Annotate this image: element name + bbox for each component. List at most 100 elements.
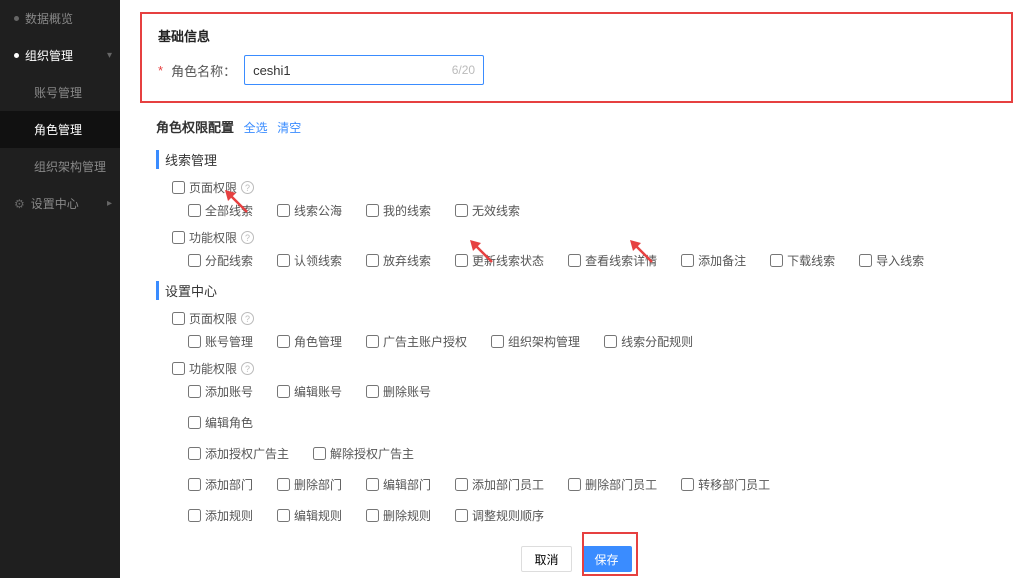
save-button[interactable]: 保存 <box>582 546 632 572</box>
help-icon[interactable]: ? <box>241 181 254 194</box>
perm-item-label: 添加备注 <box>698 252 746 269</box>
perm-item-label: 下载线索 <box>787 252 835 269</box>
perm-item-label: 认领线索 <box>294 252 342 269</box>
main-content: 基础信息 * 角色名称： 6/20 角色权限配置 全选 清空 线索管理 <box>120 0 1033 578</box>
checkbox-lead-pool[interactable] <box>277 204 290 217</box>
group-title: 设置中心 <box>156 281 1013 300</box>
select-all-link[interactable]: 全选 <box>244 121 268 135</box>
checkbox-edit-dept[interactable] <box>366 478 379 491</box>
block-head-row: 功能权限 ? <box>172 229 1013 246</box>
checkbox-view-lead-detail[interactable] <box>568 254 581 267</box>
checkbox-func-perm-2[interactable] <box>172 362 185 375</box>
checkbox-edit-account[interactable] <box>277 385 290 398</box>
perm-items-row: 全部线索 线索公海 我的线索 无效线索 <box>188 202 1013 219</box>
perm-items-row: 账号管理 角色管理 广告主账户授权 组织架构管理 线索分配规则 <box>188 333 1013 350</box>
sidebar-item-org[interactable]: 组织管理 ▾ <box>0 37 120 74</box>
checkbox-role-mgmt-perm[interactable] <box>277 335 290 348</box>
cancel-button[interactable]: 取消 <box>521 546 571 572</box>
perm-header-text: 角色权限配置 <box>156 120 234 135</box>
checkbox-edit-rule[interactable] <box>277 509 290 522</box>
checkbox-add-dept-staff[interactable] <box>455 478 468 491</box>
group-title: 线索管理 <box>156 150 1013 169</box>
clear-link[interactable]: 清空 <box>277 121 301 135</box>
perm-item-label: 线索公海 <box>294 202 342 219</box>
checkbox-assign-lead[interactable] <box>188 254 201 267</box>
role-name-input-wrap[interactable]: 6/20 <box>244 55 484 85</box>
checkbox-delete-dept-staff[interactable] <box>568 478 581 491</box>
checkbox-edit-role[interactable] <box>188 416 201 429</box>
perm-item-label: 添加规则 <box>205 507 253 524</box>
perm-item-label: 调整规则顺序 <box>472 507 544 524</box>
perm-items-row: 添加部门 删除部门 编辑部门 添加部门员工 删除部门员工 转移部门员工 <box>188 476 1013 493</box>
checkbox-delete-dept[interactable] <box>277 478 290 491</box>
perm-item-label: 放弃线索 <box>383 252 431 269</box>
checkbox-invalid-leads[interactable] <box>455 204 468 217</box>
perm-items-row: 添加账号 编辑账号 删除账号 <box>188 383 1013 400</box>
checkbox-add-account[interactable] <box>188 385 201 398</box>
block-head-label: 页面权限 <box>189 310 237 327</box>
perm-item-label: 删除部门 <box>294 476 342 493</box>
section-title-basic-info: 基础信息 <box>158 26 995 45</box>
checkbox-claim-lead[interactable] <box>277 254 290 267</box>
help-icon[interactable]: ? <box>241 231 254 244</box>
sidebar-item-label: 设置中心 <box>31 195 79 212</box>
checkbox-func-perm[interactable] <box>172 231 185 244</box>
perm-item-label: 编辑部门 <box>383 476 431 493</box>
checkbox-my-leads[interactable] <box>366 204 379 217</box>
required-indicator: * <box>158 63 163 78</box>
checkbox-org-structure-perm[interactable] <box>491 335 504 348</box>
block-head-label: 功能权限 <box>189 360 237 377</box>
checkbox-lead-assign-rule[interactable] <box>604 335 617 348</box>
sidebar-item-label: 数据概览 <box>25 10 73 27</box>
sidebar-item-label: 账号管理 <box>34 84 82 101</box>
sidebar-item-role-mgmt[interactable]: 角色管理 <box>0 111 120 148</box>
perm-item-label: 解除授权广告主 <box>330 445 414 462</box>
checkbox-all-leads[interactable] <box>188 204 201 217</box>
sidebar-item-settings[interactable]: ⚙ 设置中心 ▸ <box>0 185 120 222</box>
sidebar-item-dashboard[interactable]: 数据概览 <box>0 0 120 37</box>
role-name-input[interactable] <box>253 63 452 78</box>
checkbox-reorder-rule[interactable] <box>455 509 468 522</box>
checkbox-delete-account[interactable] <box>366 385 379 398</box>
perm-item-label: 我的线索 <box>383 202 431 219</box>
checkbox-abandon-lead[interactable] <box>366 254 379 267</box>
checkbox-advertiser-auth[interactable] <box>366 335 379 348</box>
sidebar-item-label: 组织架构管理 <box>34 158 106 175</box>
org-icon <box>14 53 19 58</box>
perm-item-label: 全部线索 <box>205 202 253 219</box>
perm-item-label: 删除账号 <box>383 383 431 400</box>
checkbox-add-note[interactable] <box>681 254 694 267</box>
perm-item-label: 添加授权广告主 <box>205 445 289 462</box>
perm-items-row: 添加规则 编辑规则 删除规则 调整规则顺序 <box>188 507 1013 524</box>
checkbox-add-dept[interactable] <box>188 478 201 491</box>
perm-group-settings: 设置中心 页面权限 ? 账号管理 角色管理 广告主账户授权 组织架构管理 线索分… <box>156 281 1013 524</box>
perm-item-label: 编辑角色 <box>205 414 253 431</box>
checkbox-import-lead[interactable] <box>859 254 872 267</box>
sidebar-item-org-structure[interactable]: 组织架构管理 <box>0 148 120 185</box>
block-head-row: 功能权限 ? <box>172 360 1013 377</box>
checkbox-add-auth-advertiser[interactable] <box>188 447 201 460</box>
checkbox-update-lead-status[interactable] <box>455 254 468 267</box>
perm-item-label: 删除规则 <box>383 507 431 524</box>
sidebar-item-label: 组织管理 <box>25 47 73 64</box>
perm-item-label: 添加部门 <box>205 476 253 493</box>
sidebar: 数据概览 组织管理 ▾ 账号管理 角色管理 组织架构管理 ⚙ 设置中心 ▸ <box>0 0 120 578</box>
checkbox-remove-auth-advertiser[interactable] <box>313 447 326 460</box>
perm-item-label: 编辑规则 <box>294 507 342 524</box>
checkbox-page-perm-2[interactable] <box>172 312 185 325</box>
perm-group-leads: 线索管理 页面权限 ? 全部线索 线索公海 我的线索 无效线索 功能权限 <box>156 150 1013 269</box>
help-icon[interactable]: ? <box>241 312 254 325</box>
checkbox-add-rule[interactable] <box>188 509 201 522</box>
checkbox-download-lead[interactable] <box>770 254 783 267</box>
checkbox-page-perm[interactable] <box>172 181 185 194</box>
checkbox-transfer-dept-staff[interactable] <box>681 478 694 491</box>
perm-item-label: 账号管理 <box>205 333 253 350</box>
checkbox-account-mgmt[interactable] <box>188 335 201 348</box>
perm-item-label: 编辑账号 <box>294 383 342 400</box>
checkbox-delete-rule[interactable] <box>366 509 379 522</box>
perm-item-label: 删除部门员工 <box>585 476 657 493</box>
help-icon[interactable]: ? <box>241 362 254 375</box>
sidebar-item-account-mgmt[interactable]: 账号管理 <box>0 74 120 111</box>
footer-actions: 取消 保存 <box>120 540 1033 572</box>
perm-item-label: 转移部门员工 <box>698 476 770 493</box>
